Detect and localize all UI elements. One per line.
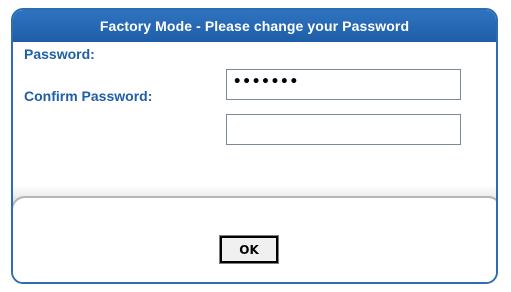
ok-button[interactable]: OK [219,235,279,264]
password-field[interactable]: ••••••• [226,69,461,100]
confirm-password-label: Confirm Password: [24,88,153,104]
dialog-title: Factory Mode - Please change your Passwo… [99,18,410,34]
confirm-password-field[interactable] [226,114,461,145]
dialog-title-bar: Factory Mode - Please change your Passwo… [13,10,496,42]
password-label: Password: [24,46,95,62]
